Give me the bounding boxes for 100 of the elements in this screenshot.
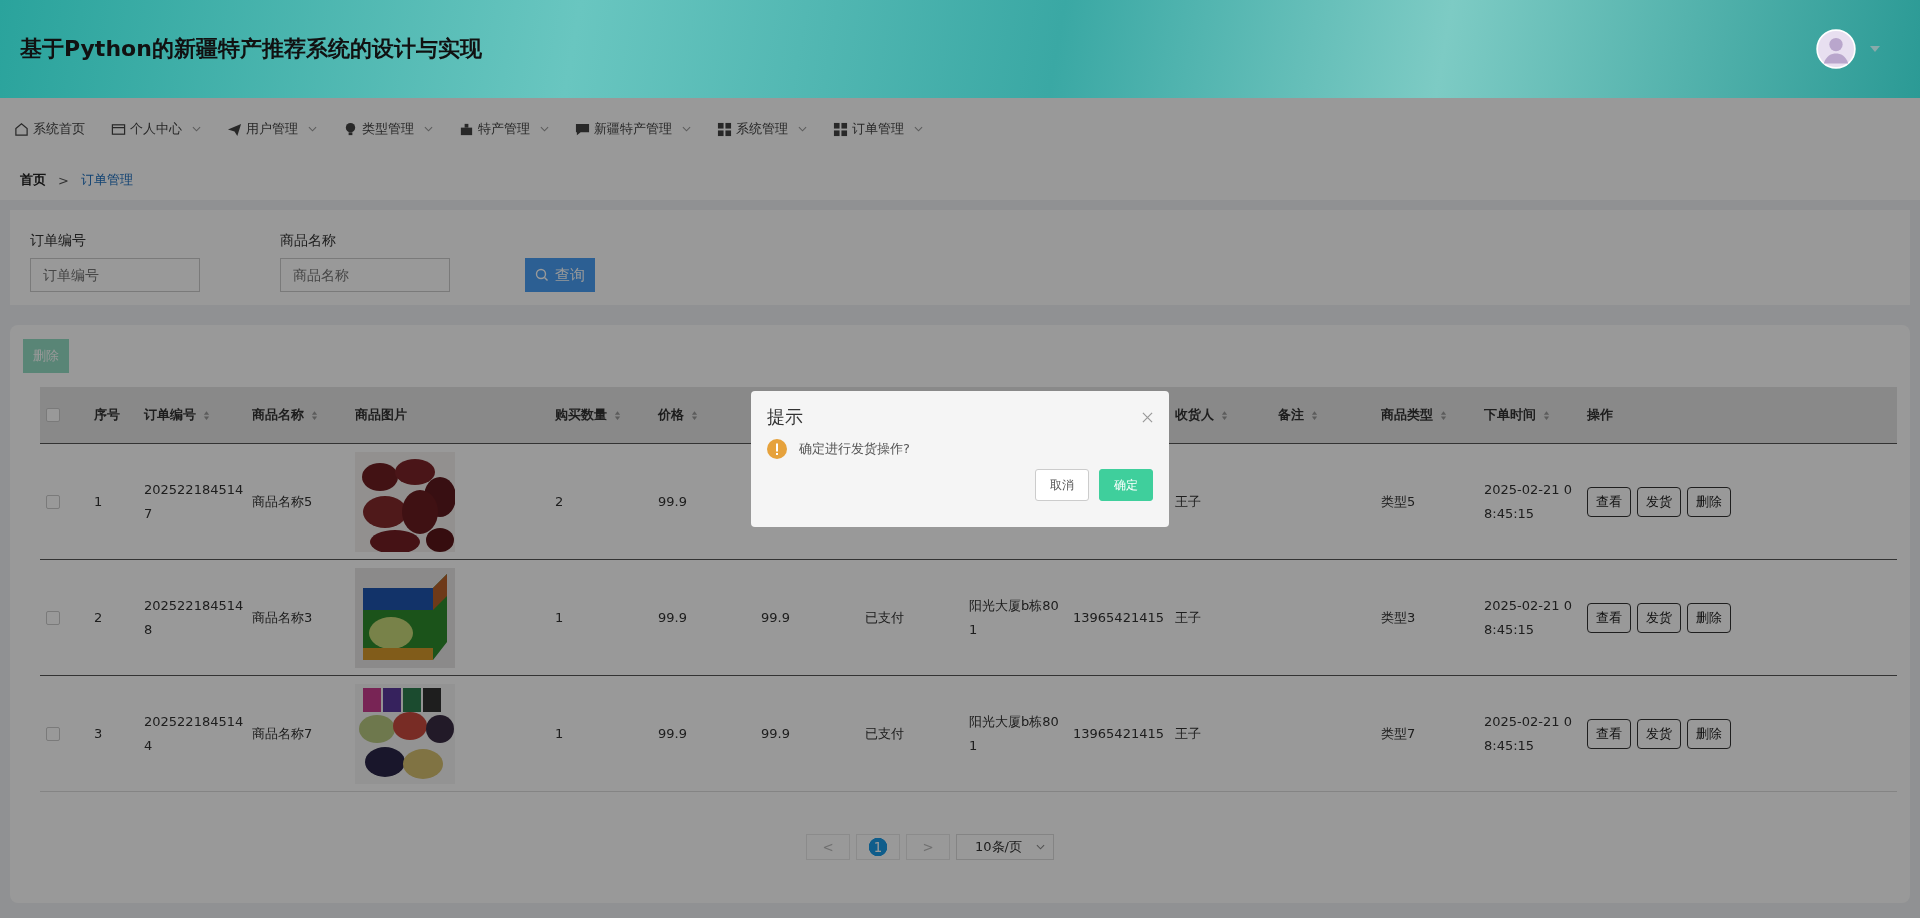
- checkbox[interactable]: [46, 408, 60, 422]
- menu-icon: [111, 121, 126, 137]
- sort-icon[interactable]: [691, 409, 698, 421]
- action-button[interactable]: 删除: [1687, 602, 1731, 633]
- chevron-down-icon: [424, 126, 433, 132]
- table-cell-text: 99.9: [658, 724, 687, 743]
- dialog-button[interactable]: 取消: [1035, 469, 1089, 501]
- action-button[interactable]: 查看: [1587, 486, 1631, 517]
- nav-menu-item[interactable]: 特产管理: [459, 120, 549, 138]
- column-header[interactable]: 收货人: [1175, 406, 1228, 424]
- table-cell-text: 王子: [1175, 608, 1201, 627]
- nav-menu-item[interactable]: 个人中心: [111, 120, 201, 138]
- nav-menu-item[interactable]: 用户管理: [227, 120, 317, 138]
- nav-menu-item[interactable]: 系统管理: [717, 120, 807, 138]
- menu-icon: [833, 121, 848, 137]
- nav-menu-item[interactable]: 类型管理: [343, 120, 433, 138]
- menu-icon: [343, 121, 358, 137]
- nav-menu-item[interactable]: 新疆特产管理: [575, 120, 691, 138]
- table-cell-text: 类型7: [1381, 724, 1416, 743]
- table-cell-text: 王子: [1175, 724, 1201, 743]
- column-header[interactable]: 购买数量: [555, 406, 621, 424]
- page-size-select[interactable]: 10条/页: [956, 834, 1054, 860]
- chevron-down-icon: [540, 126, 549, 132]
- table-cell-text: 商品名称7: [252, 724, 313, 743]
- table-cell-text: 商品名称3: [252, 608, 313, 627]
- breadcrumb-link[interactable]: 订单管理: [80, 171, 133, 189]
- table-cell-text: 2025-02-21 08:45:15: [1484, 480, 1573, 523]
- nav-menu-item[interactable]: 系统首页: [14, 120, 85, 138]
- table-cell-text: 已支付: [865, 608, 904, 627]
- dialog-message: 确定进行发货操作?: [799, 440, 910, 458]
- action-button[interactable]: 查看: [1587, 602, 1631, 633]
- checkbox[interactable]: [46, 494, 60, 509]
- table-cell-text: 2: [555, 492, 564, 511]
- action-button[interactable]: 发货: [1637, 602, 1681, 633]
- sort-icon[interactable]: [1440, 409, 1447, 421]
- table-cell-text: 1: [555, 608, 564, 627]
- menu-icon: [227, 121, 242, 137]
- column-header[interactable]: 商品类型: [1381, 406, 1447, 424]
- table-cell-text: 99.9: [761, 724, 790, 743]
- table-cell-text: 99.9: [658, 492, 687, 511]
- action-button[interactable]: 发货: [1637, 718, 1681, 749]
- table-cell-text: 类型3: [1381, 608, 1416, 627]
- menu-icon: [575, 121, 590, 137]
- sort-icon[interactable]: [1543, 409, 1550, 421]
- breadcrumb-link[interactable]: 首页: [20, 171, 46, 189]
- table-cell-text: 3: [94, 724, 103, 743]
- nav-menu-item[interactable]: 订单管理: [833, 120, 923, 138]
- action-button[interactable]: 删除: [1687, 718, 1731, 749]
- sort-icon[interactable]: [203, 409, 210, 421]
- table-cell-text: 2025221845144: [144, 712, 245, 755]
- column-header: 序号: [94, 406, 120, 424]
- checkbox[interactable]: [46, 610, 60, 625]
- table-cell-text: 王子: [1175, 492, 1201, 511]
- chevron-down-icon: [1036, 844, 1045, 850]
- sort-icon[interactable]: [614, 409, 621, 421]
- column-header[interactable]: 价格: [658, 406, 698, 424]
- close-icon[interactable]: [1142, 411, 1153, 423]
- table-cell-text: 2025-02-21 08:45:15: [1484, 712, 1573, 755]
- menu-icon: [14, 121, 29, 137]
- sort-icon[interactable]: [311, 409, 318, 421]
- column-header[interactable]: 下单时间: [1484, 406, 1550, 424]
- column-header: 商品图片: [355, 406, 407, 424]
- chevron-down-icon: [308, 126, 317, 132]
- table-cell-text: 13965421415: [1073, 608, 1164, 627]
- table-cell-text: 商品名称5: [252, 492, 313, 511]
- checkbox[interactable]: [46, 726, 60, 741]
- table-cell-text: 2025221845147: [144, 480, 245, 523]
- search-field[interactable]: 商品名称: [280, 258, 450, 292]
- action-button[interactable]: 删除: [1687, 486, 1731, 517]
- table-cell-text: 13965421415: [1073, 724, 1164, 743]
- column-header: 操作: [1587, 406, 1613, 424]
- action-button[interactable]: 发货: [1637, 486, 1681, 517]
- site-title: 基于Python的新疆特产推荐系统的设计与实现: [20, 35, 482, 63]
- column-header[interactable]: 商品名称: [252, 406, 318, 424]
- chevron-down-icon: [798, 126, 807, 132]
- menu-icon: [717, 121, 732, 137]
- chevron-down-icon: [192, 126, 201, 132]
- sort-icon[interactable]: [1311, 409, 1318, 421]
- table-cell-text: 阳光大厦b栋801: [969, 596, 1060, 639]
- table-cell-text: 阳光大厦b栋801: [969, 712, 1060, 755]
- column-header[interactable]: 订单编号: [144, 406, 210, 424]
- field-label: 商品名称: [280, 232, 337, 248]
- table-cell-text: 已支付: [865, 724, 904, 743]
- table-cell-text: 2: [94, 608, 103, 627]
- dialog-title: 提示: [767, 405, 803, 429]
- caret-icon[interactable]: [1870, 46, 1880, 52]
- table-cell-text: 1: [555, 724, 564, 743]
- table-cell-text: 2025221845148: [144, 596, 245, 639]
- avatar-icon[interactable]: [1816, 29, 1856, 69]
- breadcrumb-separator: >: [58, 172, 69, 188]
- warning-icon: [767, 439, 787, 459]
- column-header[interactable]: 备注: [1278, 406, 1318, 424]
- action-button[interactable]: 查看: [1587, 718, 1631, 749]
- table-cell-text: 2025-02-21 08:45:15: [1484, 596, 1573, 639]
- table-cell-text: 99.9: [761, 608, 790, 627]
- field-label: 订单编号: [30, 232, 87, 248]
- search-field[interactable]: 订单编号: [30, 258, 200, 292]
- sort-icon[interactable]: [1221, 409, 1228, 421]
- search-icon: [535, 268, 549, 282]
- table-cell-text: 99.9: [658, 608, 687, 627]
